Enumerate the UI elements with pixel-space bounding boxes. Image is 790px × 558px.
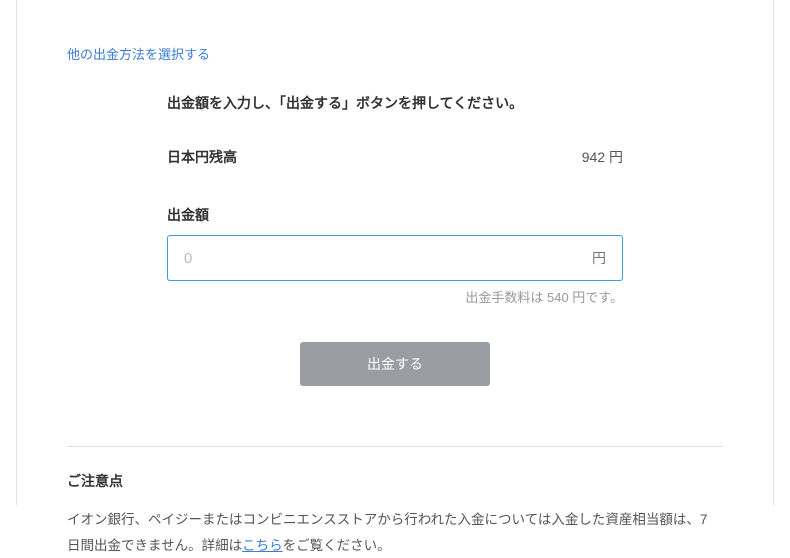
amount-input[interactable] [184,250,582,267]
balance-row: 日本円残高 942 円 [167,147,623,167]
balance-value: 942 円 [582,147,623,167]
withdraw-form: 出金額を入力し、「出金する」ボタンを押してください。 日本円残高 942 円 出… [67,93,723,386]
amount-input-wrapper[interactable]: 円 [167,235,623,281]
instruction-text: 出金額を入力し、「出金する」ボタンを押してください。 [167,93,623,113]
notice-link[interactable]: こちら [242,538,283,553]
fee-text: 出金手数料は 540 円です。 [167,287,623,306]
currency-unit: 円 [592,248,606,268]
balance-label: 日本円残高 [167,147,237,167]
divider [67,446,723,447]
withdraw-button[interactable]: 出金する [300,342,490,386]
notice-text: イオン銀行、ペイジーまたはコンビニエンスストアから行われた入金については入金した… [67,507,723,558]
select-other-method-link[interactable]: 他の出金方法を選択する [67,0,210,93]
notice-text-after: をご覧ください。 [283,538,391,553]
notice-title: ご注意点 [67,471,723,491]
amount-label: 出金額 [167,205,623,225]
